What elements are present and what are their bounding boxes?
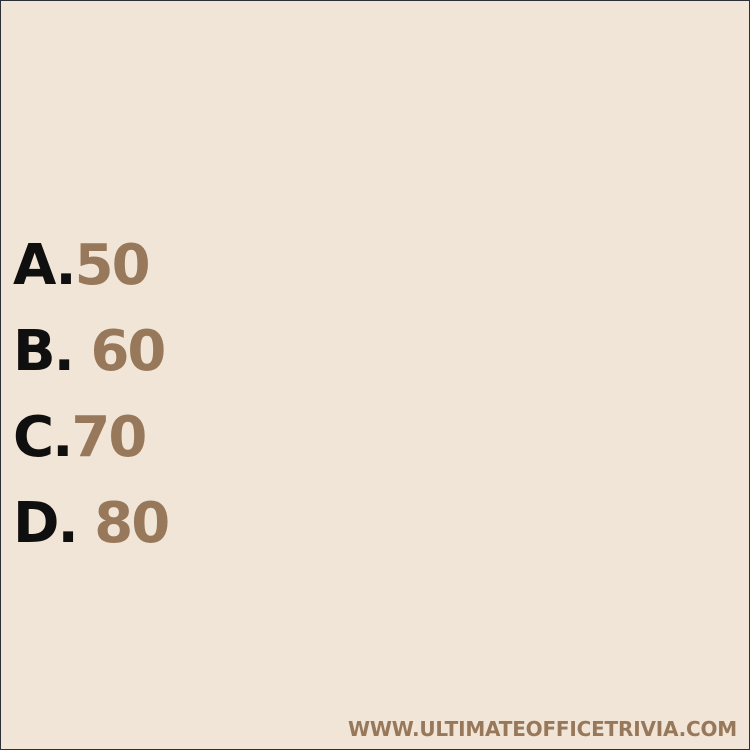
option-value-b: 60 <box>90 319 166 384</box>
trivia-card: A. 50 B. 60 C. 70 D. 80 WWW.ULTIMATEOFFICE… <box>0 0 750 750</box>
option-letter-a: A. <box>13 233 77 298</box>
option-letter-b: B. <box>13 319 75 384</box>
option-value-d: 80 <box>94 491 170 556</box>
option-letter-c: C. <box>13 405 73 470</box>
answer-options: A. 50 B. 60 C. 70 D. 80 <box>13 223 170 567</box>
website-url: WWW.ULTIMATEOFFICETRIVIA.COM <box>348 717 737 741</box>
option-value-a: 50 <box>74 233 151 298</box>
answer-option-b: B. 60 <box>13 309 168 395</box>
answer-option-a: A. 50 <box>13 223 168 309</box>
option-value-c: 70 <box>71 405 147 470</box>
answer-option-d: D. 80 <box>13 481 170 567</box>
option-letter-d: D. <box>13 491 79 556</box>
answer-option-c: C. 70 <box>13 395 168 481</box>
